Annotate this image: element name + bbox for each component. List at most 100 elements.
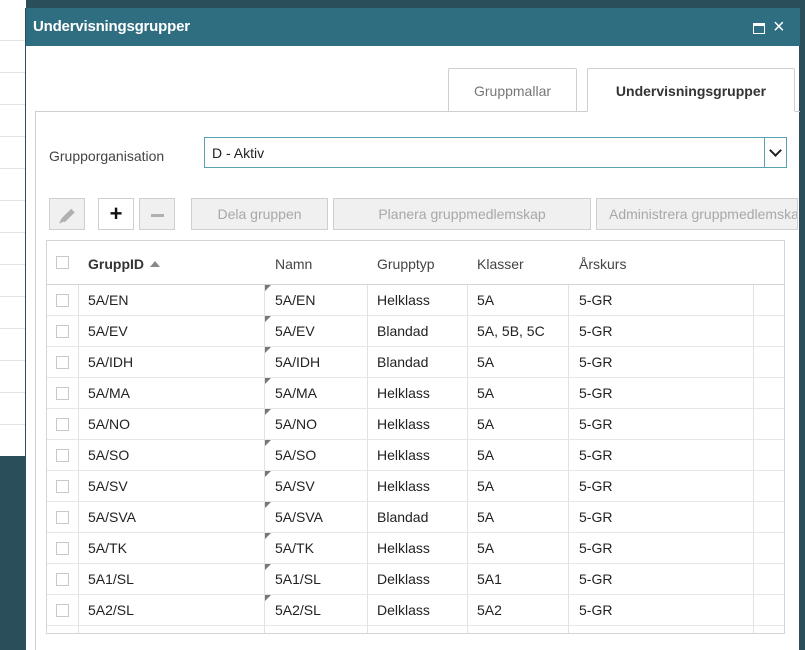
row-grade-cell[interactable]: 5-GR [579, 416, 612, 432]
table-row[interactable]: 5A/SVA 5A/SVA Blandad 5A 5-GR [47, 502, 784, 533]
row-checkbox[interactable] [56, 511, 69, 524]
row-checkbox[interactable] [56, 604, 69, 617]
row-grade-cell[interactable]: 5-GR [579, 323, 612, 339]
row-groupid-cell[interactable]: 5A/NO [88, 416, 130, 432]
row-name-cell[interactable]: 5A/IDH [275, 354, 320, 370]
row-name-cell[interactable]: 5A/EV [275, 323, 315, 339]
table-row[interactable]: 5A/SV 5A/SV Helklass 5A 5-GR [47, 471, 784, 502]
row-grouptype-cell[interactable]: Blandad [377, 323, 428, 339]
plan-membership-button[interactable]: Planera gruppmedlemskap [333, 198, 591, 230]
row-checkbox[interactable] [56, 387, 69, 400]
pencil-icon [61, 208, 75, 223]
row-grade-cell[interactable]: 5-GR [579, 509, 612, 525]
row-classes-cell[interactable]: 5A [477, 478, 494, 494]
row-grouptype-cell[interactable]: Blandad [377, 509, 428, 525]
row-name-cell[interactable]: 5A/NO [275, 416, 317, 432]
column-header-grade[interactable]: Årskurs [579, 256, 626, 272]
row-checkbox[interactable] [56, 542, 69, 555]
split-group-button[interactable]: Dela gruppen [191, 198, 328, 230]
remove-button[interactable] [139, 198, 175, 230]
table-row[interactable]: 5A/MA 5A/MA Helklass 5A 5-GR [47, 378, 784, 409]
table-row[interactable]: 5A/TK 5A/TK Helklass 5A 5-GR [47, 533, 784, 564]
column-header-groupid[interactable]: GruppID [88, 256, 160, 272]
column-header-grouptype[interactable]: Grupptyp [377, 256, 435, 272]
row-name-cell[interactable]: 5A/SVA [275, 509, 323, 525]
row-classes-cell[interactable]: 5A [477, 540, 494, 556]
row-grouptype-cell[interactable]: Helklass [377, 292, 430, 308]
row-classes-cell[interactable]: 5A [477, 447, 494, 463]
table-row[interactable]: 5A/SO 5A/SO Helklass 5A 5-GR [47, 440, 784, 471]
row-groupid-cell[interactable]: 5A/TK [88, 540, 127, 556]
row-checkbox[interactable] [56, 418, 69, 431]
row-grade-cell[interactable]: 5-GR [579, 478, 612, 494]
table-row[interactable]: 5A/EV 5A/EV Blandad 5A, 5B, 5C 5-GR [47, 316, 784, 347]
row-classes-cell[interactable]: 5A [477, 509, 494, 525]
row-classes-cell[interactable]: 5A2 [477, 602, 502, 618]
row-grade-cell[interactable]: 5-GR [579, 385, 612, 401]
row-classes-cell[interactable]: 5A [477, 385, 494, 401]
tab-teaching-groups[interactable]: Undervisningsgrupper [587, 68, 795, 112]
row-groupid-cell[interactable]: 5A/EN [88, 292, 128, 308]
row-classes-cell[interactable]: 5A [477, 354, 494, 370]
row-classes-cell[interactable]: 5A [477, 416, 494, 432]
table-row[interactable]: 5A/IDH 5A/IDH Blandad 5A 5-GR [47, 347, 784, 378]
row-classes-cell[interactable]: 5A1 [477, 571, 502, 587]
row-name-cell[interactable]: 5A/EN [275, 292, 315, 308]
table-row[interactable]: 5A1/SL 5A1/SL Delklass 5A1 5-GR [47, 564, 784, 595]
row-groupid-cell[interactable]: 5A/MA [88, 385, 130, 401]
row-grouptype-cell[interactable]: Delklass [377, 602, 430, 618]
row-grouptype-cell[interactable]: Helklass [377, 416, 430, 432]
row-classes-cell[interactable]: 5A, 5B, 5C [477, 323, 545, 339]
group-organisation-dropdown-button[interactable] [764, 138, 786, 167]
row-checkbox[interactable] [56, 294, 69, 307]
row-grade-cell[interactable]: 5-GR [579, 602, 612, 618]
add-button[interactable]: + [98, 198, 134, 230]
dialog-titlebar[interactable]: Undervisningsgrupper × [26, 8, 800, 46]
row-groupid-cell[interactable]: 5A/SV [88, 478, 128, 494]
row-name-cell[interactable]: 5A/SO [275, 447, 316, 463]
row-grouptype-cell[interactable]: Helklass [377, 385, 430, 401]
row-groupid-cell[interactable]: 5A/SO [88, 447, 129, 463]
tab-group-templates[interactable]: Gruppmallar [448, 68, 577, 112]
row-checkbox[interactable] [56, 449, 69, 462]
chevron-down-icon [769, 144, 782, 157]
table-row[interactable]: 5A/EN 5A/EN Helklass 5A 5-GR [47, 285, 784, 316]
row-groupid-cell[interactable]: 5A/IDH [88, 354, 133, 370]
row-checkbox[interactable] [56, 480, 69, 493]
row-checkbox[interactable] [56, 573, 69, 586]
edit-button[interactable] [49, 198, 85, 230]
row-checkbox[interactable] [56, 325, 69, 338]
group-organisation-select[interactable]: D - Aktiv [204, 137, 787, 168]
row-grade-cell[interactable]: 5-GR [579, 571, 612, 587]
row-groupid-cell[interactable]: 5A/EV [88, 323, 128, 339]
close-icon[interactable]: × [773, 15, 785, 39]
row-name-cell[interactable]: 5A1/SL [275, 571, 321, 587]
row-grade-cell[interactable]: 5-GR [579, 292, 612, 308]
teaching-groups-panel: Grupporganisation D - Aktiv + Dela grupp… [35, 111, 800, 650]
row-name-cell[interactable]: 5A/TK [275, 540, 314, 556]
row-grouptype-cell[interactable]: Helklass [377, 540, 430, 556]
row-groupid-cell[interactable]: 5A1/SL [88, 571, 134, 587]
column-header-name[interactable]: Namn [275, 256, 312, 272]
row-classes-cell[interactable]: 5A [477, 292, 494, 308]
row-grouptype-cell[interactable]: Delklass [377, 571, 430, 587]
row-groupid-cell[interactable]: 5A/SVA [88, 509, 136, 525]
background-app-strip [0, 0, 26, 650]
row-grouptype-cell[interactable]: Blandad [377, 354, 428, 370]
maximize-icon[interactable] [753, 23, 765, 34]
row-name-cell[interactable]: 5A2/SL [275, 602, 321, 618]
row-grouptype-cell[interactable]: Helklass [377, 447, 430, 463]
table-row[interactable]: 5A2/SL 5A2/SL Delklass 5A2 5-GR [47, 595, 784, 626]
row-grade-cell[interactable]: 5-GR [579, 540, 612, 556]
row-groupid-cell[interactable]: 5A2/SL [88, 602, 134, 618]
row-name-cell[interactable]: 5A/MA [275, 385, 317, 401]
table-row[interactable]: 5A/NO 5A/NO Helklass 5A 5-GR [47, 409, 784, 440]
row-grouptype-cell[interactable]: Helklass [377, 478, 430, 494]
row-name-cell[interactable]: 5A/SV [275, 478, 315, 494]
row-grade-cell[interactable]: 5-GR [579, 447, 612, 463]
row-grade-cell[interactable]: 5-GR [579, 354, 612, 370]
row-checkbox[interactable] [56, 356, 69, 369]
administer-membership-button[interactable]: Administrera gruppmedlemskap [596, 198, 798, 230]
column-header-classes[interactable]: Klasser [477, 256, 524, 272]
select-all-checkbox[interactable] [56, 256, 69, 269]
